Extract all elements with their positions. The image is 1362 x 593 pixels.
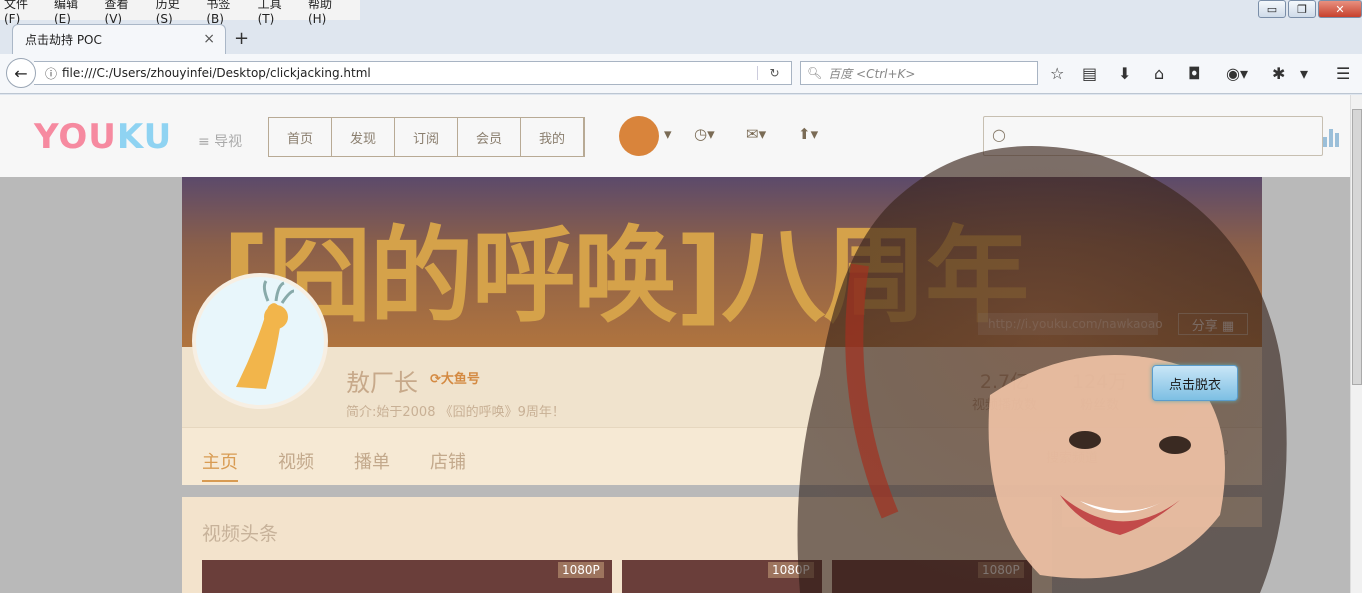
overflow-dropdown-icon[interactable]: ▾ (1300, 64, 1308, 83)
hamburger-menu-icon[interactable]: ☰ (1336, 64, 1350, 83)
page-viewport: YOUKU ≡ 导视 首页 发现 订阅 会员 我的 ▾ ◷▾ ✉▾ ⬆▾ ○ [… (0, 95, 1350, 593)
back-arrow-icon: ← (14, 63, 28, 83)
url-bar[interactable]: ⓘ file:///C:/Users/zhouyinfei/Desktop/cl… (34, 61, 792, 85)
search-input[interactable]: 🔍︎ 百度 <Ctrl+K> (800, 61, 1038, 85)
tab-title: 点击劫持 POC (25, 33, 102, 47)
banner-title: [囧的呼唤]八周年 (222, 215, 1029, 337)
youku-search-input[interactable]: ○ (983, 116, 1323, 156)
sidebar-card (1062, 497, 1262, 527)
youku-logo[interactable]: YOUKU (34, 117, 172, 157)
restore-button[interactable]: ❐ (1288, 0, 1316, 18)
home-icon[interactable]: ⌂ (1154, 64, 1164, 83)
history-clock-icon[interactable]: ◷▾ (694, 125, 715, 143)
menu-bar: 文件(F) 编辑(E) 查看(V) 历史(S) 书签(B) 工具(T) 帮助(H… (0, 0, 360, 26)
share-url-field[interactable]: http://i.youku.com/nawkaoao (978, 313, 1163, 335)
share-button[interactable]: 分享 ▦ (1178, 313, 1248, 335)
reading-list-icon[interactable]: ▤ (1082, 64, 1097, 83)
nav-member[interactable]: 会员 (458, 118, 521, 156)
info-icon[interactable]: ⓘ (34, 65, 62, 82)
stat-views: 2.7亿 视频播放数 (972, 371, 1038, 413)
tab-home[interactable]: 主页 (202, 448, 238, 482)
theme-icon[interactable]: ◉▾ (1226, 64, 1248, 83)
nav-discover[interactable]: 发现 (332, 118, 395, 156)
close-tab-icon[interactable]: × (203, 31, 215, 47)
channel-banner: [囧的呼唤]八周年 http://i.youku.com/nawkaoao 分享… (182, 177, 1262, 347)
extension-icon[interactable]: ✱ (1272, 64, 1285, 83)
reload-icon[interactable]: ↻ (757, 66, 791, 80)
hd-badge: 1080P (558, 562, 604, 578)
youku-nav: 首页 发现 订阅 会员 我的 (268, 117, 585, 157)
browser-tab[interactable]: 点击劫持 POC × (12, 24, 226, 54)
stat-fans: 124万 粉丝数 (1072, 371, 1128, 413)
search-icon: ○ (992, 125, 1006, 144)
vertical-scrollbar[interactable] (1350, 95, 1362, 593)
pocket-icon[interactable]: ◘ (1188, 64, 1201, 83)
nav-subscribe[interactable]: 订阅 (395, 118, 458, 156)
close-window-button[interactable]: ✕ (1318, 0, 1362, 18)
chevron-down-icon[interactable]: ▾ (664, 125, 672, 143)
video-thumbnail[interactable] (202, 560, 612, 593)
guide-link[interactable]: ≡ 导视 (198, 131, 242, 151)
user-avatar[interactable] (619, 116, 659, 156)
channel-search-input[interactable]: 搜索频道 (1046, 447, 1098, 466)
hd-badge: 1080P (768, 562, 814, 578)
channel-name: 敖厂长 (346, 369, 418, 397)
bait-button[interactable]: 点击脱衣 (1152, 365, 1238, 401)
channel-intro: 简介:始于2008 《囧的呼唤》9周年！ (346, 405, 565, 420)
tab-store[interactable]: 店铺 (430, 448, 466, 474)
navigation-bar: ⓘ file:///C:/Users/zhouyinfei/Desktop/cl… (0, 54, 1362, 94)
download-icon[interactable]: ⬇ (1118, 64, 1131, 83)
youku-header: YOUKU ≡ 导视 首页 发现 订阅 会员 我的 ▾ ◷▾ ✉▾ ⬆▾ ○ (0, 95, 1350, 177)
search-icon[interactable]: ⌕ (1222, 445, 1229, 460)
scrollbar-thumb[interactable] (1352, 109, 1362, 385)
video-section-title: 视频头条 (202, 523, 279, 545)
url-text[interactable]: file:///C:/Users/zhouyinfei/Desktop/clic… (62, 66, 757, 80)
tab-strip: 点击劫持 POC × + (0, 22, 1362, 54)
mail-icon[interactable]: ✉▾ (746, 125, 766, 143)
search-icon: 🔍︎ (807, 66, 823, 80)
minimize-button[interactable]: ▭ (1258, 0, 1286, 18)
channel-avatar[interactable] (192, 273, 328, 409)
new-tab-button[interactable]: + (234, 28, 249, 49)
back-button[interactable]: ← (6, 58, 36, 88)
nav-mine[interactable]: 我的 (521, 118, 584, 156)
tab-playlists[interactable]: 播单 (354, 448, 390, 474)
hd-badge: 1080P (978, 562, 1024, 578)
search-placeholder: 百度 <Ctrl+K> (828, 66, 916, 81)
dayu-badge: ⟳大鱼号 (430, 372, 480, 387)
upload-icon[interactable]: ⬆▾ (798, 125, 818, 143)
window-controls: ▭ ❐ ✕ (1256, 0, 1362, 20)
channel-tabs: 主页 视频 播单 店铺 (182, 427, 1262, 485)
bookmark-star-icon[interactable]: ☆ (1050, 64, 1064, 83)
chart-icon[interactable] (1323, 125, 1343, 147)
tab-videos[interactable]: 视频 (278, 448, 314, 474)
nav-home[interactable]: 首页 (269, 118, 332, 156)
